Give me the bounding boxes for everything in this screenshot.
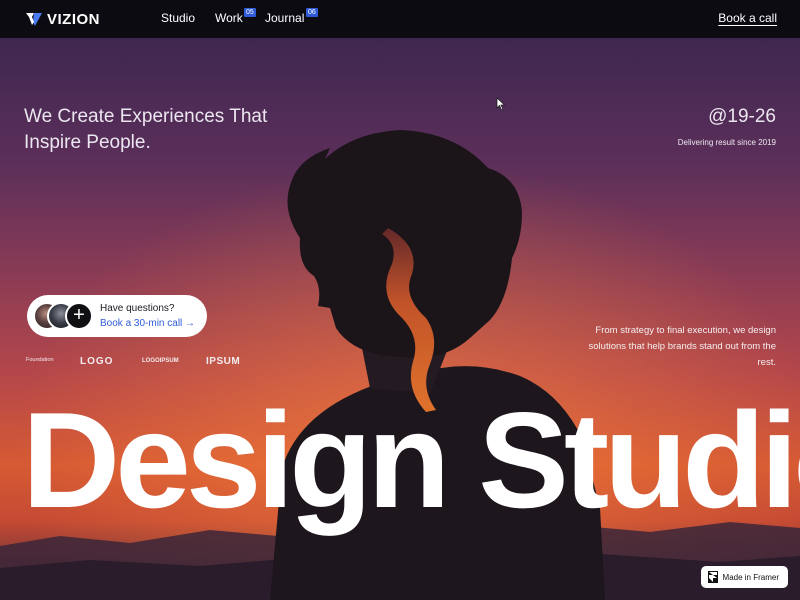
hero-tagline: We Create Experiences That Inspire Peopl… <box>24 106 268 153</box>
navbar: VIZION Studio Work 05 Journal 06 Book a … <box>0 0 800 38</box>
studio-description: From strategy to final execution, we des… <box>588 325 776 368</box>
logo-wordmark: VIZION <box>47 10 101 28</box>
mouse-cursor-icon <box>496 97 506 111</box>
hero-section: We Create Experiences That Inspire Peopl… <box>0 38 800 600</box>
book-30-min-call-label: Book a 30-min call <box>100 318 183 329</box>
work-count-badge: 05 <box>244 8 256 17</box>
client-logo-logoipsum: LOGOIPSUM <box>142 358 179 364</box>
logo-icon <box>26 13 42 26</box>
plus-icon[interactable]: + <box>65 302 93 330</box>
client-logo-logo: LOGO <box>80 356 114 367</box>
delivering-caption: Delivering result since 2019 <box>677 138 776 147</box>
client-logo-ipsum: IPSUM <box>206 356 241 367</box>
book-call-link[interactable]: Book a call <box>718 11 777 25</box>
hero-title: Design Studio <box>22 384 800 536</box>
nav-link-work-label: Work <box>215 11 243 25</box>
journal-count-badge: 06 <box>306 8 318 17</box>
nav-link-studio[interactable]: Studio <box>161 11 195 25</box>
client-logo-foundation: Foundation <box>26 357 54 363</box>
made-in-framer-label: Made in Framer <box>722 572 779 582</box>
nav-link-work[interactable]: Work 05 <box>215 8 256 25</box>
years-label: @19-26 <box>708 106 776 127</box>
book-call-card[interactable]: + Have questions? Book a 30-min call → <box>27 295 207 337</box>
arrow-right-icon: → <box>185 318 196 329</box>
nav-link-journal[interactable]: Journal 06 <box>265 8 318 25</box>
logo[interactable]: VIZION <box>25 9 100 29</box>
book-30-min-call-link[interactable]: Book a 30-min call → <box>100 318 195 329</box>
questions-label: Have questions? <box>100 303 175 314</box>
framer-icon <box>707 571 718 583</box>
made-in-framer-badge[interactable]: Made in Framer <box>700 566 788 588</box>
nav-link-journal-label: Journal <box>265 11 305 25</box>
